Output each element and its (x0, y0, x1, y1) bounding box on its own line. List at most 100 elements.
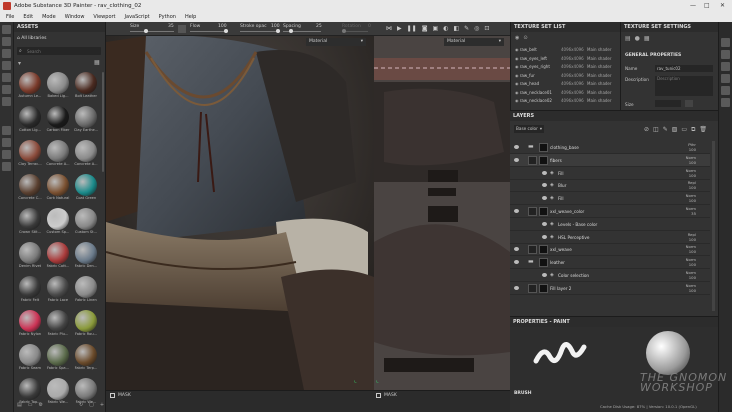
pause-icon[interactable]: ❚❚ (407, 25, 417, 32)
add-mask-icon[interactable]: ◫ (653, 126, 659, 134)
filter-icon[interactable]: ▾ (18, 60, 21, 67)
menu-file[interactable]: File (6, 14, 14, 20)
layer-row[interactable]: xxl_weave Norm 100 (510, 243, 710, 257)
spacing-slider[interactable] (283, 29, 321, 33)
trash-icon[interactable]: 🗑 (699, 126, 707, 134)
asset-tile[interactable]: Fabric Nylon (17, 310, 43, 339)
asset-tile[interactable]: Fabric Lace (45, 276, 71, 305)
mask-checkbox-right[interactable] (376, 393, 381, 398)
asset-tile[interactable]: Fabric Spa... (45, 344, 71, 373)
display-settings-icon[interactable] (2, 138, 11, 147)
flow-slider[interactable] (190, 29, 228, 33)
add-icon[interactable]: + (100, 402, 104, 408)
blend-mode[interactable]: Norm 100 (686, 257, 696, 267)
asset-tile[interactable]: Fabric Cott... (45, 242, 71, 271)
import-icon[interactable]: ▢ (89, 402, 94, 408)
close-button[interactable]: ✕ (720, 2, 725, 9)
visibility-icon[interactable] (514, 209, 519, 213)
history-icon[interactable] (721, 86, 730, 95)
asset-tile[interactable]: Bolt Leather (73, 72, 99, 101)
layout-2d3d-icon[interactable]: ◧ (453, 25, 459, 32)
asset-tile[interactable]: Autumn Le... (17, 72, 43, 101)
spacing-value[interactable]: 25 (316, 24, 322, 29)
menu-viewport[interactable]: Viewport (93, 14, 115, 20)
asset-tile[interactable]: Coat Green (73, 174, 99, 203)
asset-tile[interactable]: Denim Rivet (17, 242, 43, 271)
asset-tile[interactable]: Concrete A... (73, 140, 99, 169)
blend-mode[interactable]: Norm 100 (686, 168, 696, 178)
smudge-icon[interactable] (2, 73, 11, 82)
menu-python[interactable]: Python (159, 14, 176, 20)
menu-javascript[interactable]: JavaScript (125, 14, 150, 20)
texture-set-row[interactable]: ◉ raw_belt 4096x4096 Main shader (515, 46, 619, 53)
visibility-icon[interactable] (542, 234, 547, 239)
viewport-material-dropdown-left[interactable]: Material ▾ (306, 38, 366, 46)
asset-tile[interactable]: Concrete A... (45, 140, 71, 169)
clone-icon[interactable] (2, 85, 11, 94)
visibility-icon[interactable] (514, 260, 519, 265)
asset-tile[interactable]: Crown Stit... (17, 208, 43, 237)
blend-mode[interactable]: Repl 100 (688, 180, 696, 190)
visibility-icon[interactable] (514, 145, 519, 149)
texture-set-list-icon[interactable] (721, 38, 730, 47)
asset-tile[interactable]: Clay Terrac... (17, 140, 43, 169)
stroke-opacity-value[interactable]: 100 (271, 24, 280, 29)
texture-set-row[interactable]: ◉ raw_necklace01 4096x4096 Main shader (515, 89, 619, 96)
asset-tile[interactable]: Concrete C... (17, 174, 43, 203)
blend-mode[interactable]: Repl 100 (688, 232, 696, 242)
breadcrumb[interactable]: ⌂ All libraries (17, 36, 46, 41)
asset-scrollbar[interactable] (102, 72, 104, 172)
visibility-icon[interactable] (542, 170, 547, 175)
fill-layer-icon[interactable]: ▧ (672, 126, 678, 134)
viewport-3d[interactable]: ⌞ (106, 22, 374, 400)
settings-icon[interactable]: ⚙ (38, 402, 42, 408)
layer-row[interactable]: ◈ Levels - Base color (510, 218, 710, 231)
visibility-icon[interactable] (542, 183, 547, 188)
screenshot-icon[interactable]: ▣ (433, 25, 439, 32)
menu-mode[interactable]: Mode (42, 14, 56, 20)
display-icon[interactable] (721, 74, 730, 83)
viewport-2d[interactable]: ⌞ (374, 22, 510, 400)
viewer-settings-icon[interactable] (2, 162, 11, 171)
asset-tile[interactable]: Baked Lig... (45, 72, 71, 101)
duplicate-icon[interactable]: ⧉ (691, 126, 695, 134)
blend-mode[interactable]: Norm 100 (686, 283, 696, 293)
texture-set-row[interactable]: ◉ raw_fur 4096x4096 Main shader (515, 72, 619, 79)
layer-row[interactable]: xxl_weave_color Norm 35 (510, 205, 710, 218)
rotation-slider[interactable] (342, 29, 368, 33)
light-icon[interactable]: ◐ (443, 25, 448, 32)
flow-value[interactable]: 100 (218, 24, 227, 29)
paint-mode-icon[interactable]: ✎ (464, 25, 469, 32)
log-icon[interactable] (721, 98, 730, 107)
menu-edit[interactable]: Edit (23, 14, 33, 20)
mask-checkbox-left[interactable] (110, 393, 115, 398)
maximize-button[interactable]: □ (704, 2, 710, 9)
render-icon[interactable]: ◎ (474, 25, 479, 32)
color-picker-icon[interactable] (2, 97, 11, 106)
play-icon[interactable]: ▶ (397, 25, 402, 32)
library-icon[interactable]: ▤ (17, 402, 22, 408)
asset-tile[interactable]: Fabric Rou... (73, 310, 99, 339)
blend-mode[interactable]: Norm 100 (686, 193, 696, 203)
link-size-icon[interactable] (685, 100, 693, 107)
asset-tile[interactable]: Custom St... (73, 208, 99, 237)
texture-set-row[interactable]: ◉ raw_eyes_right 4096x4096 Main shader (515, 63, 619, 70)
asset-search[interactable]: ⌕ (17, 47, 101, 55)
layer-row[interactable]: ◈ Blur Repl 100 (510, 179, 710, 193)
bake-icon[interactable] (2, 126, 11, 135)
add-folder-icon[interactable]: ▭ (681, 126, 687, 134)
blend-mode[interactable]: Norm 100 (686, 155, 696, 165)
camera-icon[interactable]: ◙ (422, 25, 428, 32)
layer-row[interactable]: ▬ leather Norm 100 (510, 256, 710, 270)
snapshot-icon[interactable]: ⊡ (484, 25, 489, 32)
visibility-icon[interactable] (542, 273, 547, 277)
paint-brush-icon[interactable] (2, 25, 11, 34)
minimize-button[interactable]: — (690, 2, 696, 9)
blend-mode[interactable]: Norm 35 (686, 206, 696, 216)
sphere-icon[interactable]: ● (635, 35, 640, 42)
symmetry-icon[interactable]: ⋈ (386, 25, 392, 32)
asset-tile[interactable]: Fabric Terp... (73, 344, 99, 373)
asset-tile[interactable]: Fabric Felt (17, 276, 43, 305)
asset-tile[interactable]: Fabric Linen (73, 276, 99, 305)
size-slider[interactable] (130, 29, 174, 33)
